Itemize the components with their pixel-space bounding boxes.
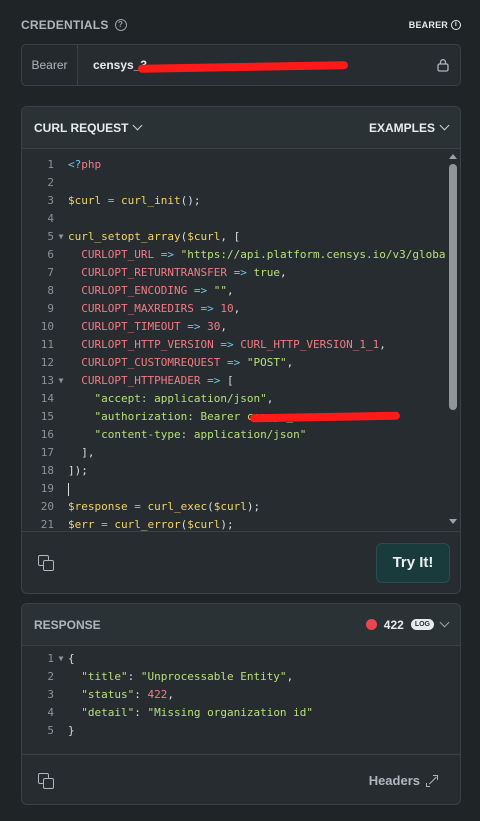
response-body: 1 ▼{ 2 "title": "Unprocessable Entity", 3… (22, 650, 460, 740)
response-footer: Headers (22, 754, 460, 804)
fold-arrow-icon: ▼ (58, 376, 64, 385)
code-lines: 1 <?php 2 3 $curl = curl_init(); 4 5 ▼ curl_… (22, 156, 446, 532)
code-line: 18]); (40, 464, 88, 477)
info-icon[interactable]: i (451, 20, 461, 30)
curl-request-panel: CURL REQUEST EXAMPLES 1 <?php 2 3 $curl = … (21, 106, 461, 594)
auth-type-label: BEARER (408, 20, 448, 30)
curl-request-dropdown[interactable]: CURL REQUEST (34, 120, 143, 135)
token-input[interactable]: censys_3 (78, 58, 436, 73)
credential-type-label: Bearer (22, 45, 78, 85)
scroll-up-arrow-icon[interactable] (449, 154, 457, 159)
code-line: 19 (22, 480, 446, 498)
token-redaction (137, 61, 349, 73)
credentials-title-text: CREDENTIALS (21, 18, 109, 32)
chevron-down-icon (133, 120, 143, 131)
response-header: RESPONSE 422 LOG (22, 604, 460, 646)
code-line: 16 "content-type: application/json" (40, 428, 307, 441)
code-line: 17 ], (40, 446, 95, 459)
code-scrollbar[interactable] (448, 154, 458, 524)
response-status-dropdown[interactable]: 422 LOG (365, 617, 450, 632)
credential-field[interactable]: Bearer censys_3 (21, 44, 461, 86)
code-line: 4 (47, 212, 54, 225)
code-line: 9 CURLOPT_MAXREDIRS => 10, (47, 302, 241, 315)
fold-arrow-icon: ▼ (58, 654, 64, 663)
error-status-dot (365, 619, 377, 630)
headers-button[interactable]: Headers (369, 773, 438, 788)
scroll-down-arrow-icon[interactable] (449, 519, 457, 524)
curl-request-footer: Try It! (22, 531, 460, 593)
code-line: 12 CURLOPT_CUSTOMREQUEST => "POST", (40, 356, 294, 369)
log-badge: LOG (410, 619, 434, 630)
code-line: 3 $curl = curl_init(); (47, 194, 201, 207)
curl-request-header: CURL REQUEST EXAMPLES (22, 107, 460, 149)
code-line: 14 "accept: application/json", (40, 392, 274, 405)
code-line: 6 CURLOPT_URL => "https://api.platform.c… (47, 248, 446, 261)
code-line: 1 ▼{ (22, 650, 460, 668)
chevron-down-icon (439, 617, 450, 628)
examples-label: EXAMPLES (368, 120, 435, 135)
credentials-title: CREDENTIALS ? (21, 18, 127, 32)
lock-icon (437, 59, 449, 72)
code-line: 4 "detail": "Missing organization id" (47, 706, 314, 719)
code-line: 1 <?php (47, 158, 102, 171)
curl-request-title: CURL REQUEST (34, 120, 129, 135)
try-it-button[interactable]: Try It! (376, 542, 450, 583)
help-icon[interactable]: ? (114, 19, 127, 31)
code-line: 2 "title": "Unprocessable Entity", (47, 670, 294, 683)
expand-icon (426, 774, 438, 787)
code-line: 5} (47, 724, 75, 737)
headers-label: Headers (368, 773, 420, 788)
code-line: 7 CURLOPT_RETURNTRANSFER => true, (47, 266, 287, 279)
auth-redaction (249, 411, 401, 423)
response-panel: RESPONSE 422 LOG 1 ▼{ 2 "title": "Unproce… (21, 603, 461, 805)
code-line: 13 ▼ CURLOPT_HTTPHEADER => [ (22, 372, 446, 390)
copy-icon[interactable] (38, 772, 54, 789)
fold-arrow-icon: ▼ (58, 232, 64, 241)
response-title: RESPONSE (34, 617, 101, 632)
auth-type-badge[interactable]: BEARER i (409, 20, 461, 30)
code-editor[interactable]: 1 <?php 2 3 $curl = curl_init(); 4 5 ▼ curl_… (22, 149, 460, 593)
code-line: 2 (47, 176, 54, 189)
code-line: 3 "status": 422, (47, 688, 174, 701)
code-line: 10 CURLOPT_TIMEOUT => 30, (40, 320, 227, 333)
code-line: 11 CURLOPT_HTTP_VERSION => CURL_HTTP_VER… (40, 338, 386, 351)
examples-dropdown[interactable]: EXAMPLES (368, 120, 450, 135)
copy-icon[interactable] (38, 554, 54, 571)
status-code: 422 (383, 617, 404, 632)
code-line: 5 ▼ curl_setopt_array($curl, [ (22, 228, 446, 246)
code-line: 21 $err = curl_error($curl); (40, 518, 234, 531)
chevron-down-icon (439, 120, 450, 131)
scrollbar-thumb[interactable] (449, 164, 457, 410)
code-line: 15 "authorization: Bearer censys_ (22, 408, 446, 426)
code-line: 20 $response = curl_exec($curl); (40, 500, 261, 513)
credentials-header: CREDENTIALS ? BEARER i (21, 16, 461, 34)
code-line: 8 CURLOPT_ENCODING => "", (47, 284, 234, 297)
